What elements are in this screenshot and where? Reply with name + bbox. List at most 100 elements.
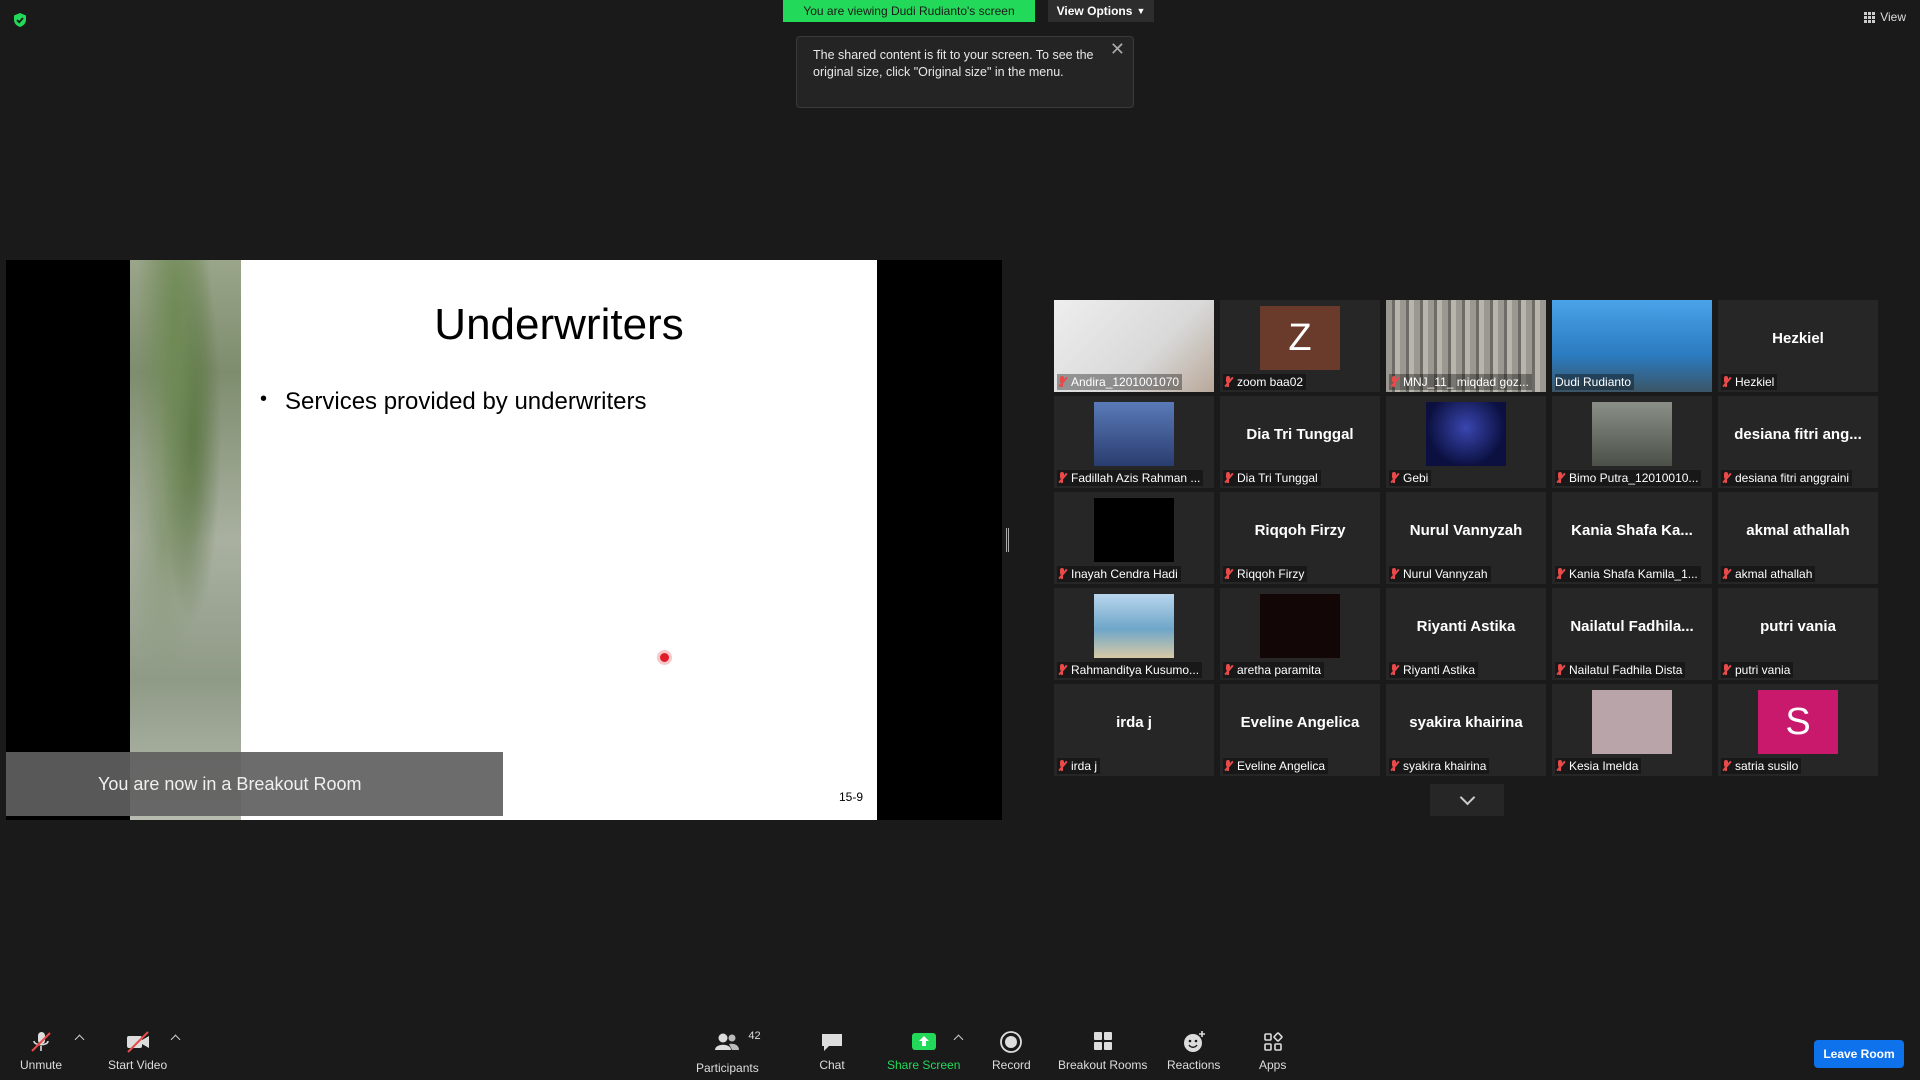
participant-tile[interactable]: Zzoom baa02 (1220, 300, 1380, 392)
unmute-button[interactable]: Unmute (20, 1030, 62, 1072)
participant-tile[interactable]: Nurul Vannyzah Nurul Vannyzah (1386, 492, 1546, 584)
participant-label: zoom baa02 (1223, 374, 1307, 390)
participant-tile[interactable]: aretha paramita (1220, 588, 1380, 680)
view-options-label: View Options (1056, 4, 1133, 18)
microphone-muted-icon (1555, 472, 1566, 484)
reactions-label: Reactions (1167, 1058, 1221, 1072)
microphone-muted-icon (1555, 568, 1566, 580)
participant-name: Fadillah Azis Rahman ... (1071, 471, 1201, 485)
participant-tile[interactable]: Kesia Imelda (1552, 684, 1712, 776)
record-icon (1000, 1031, 1023, 1053)
apps-button[interactable]: Apps (1259, 1030, 1286, 1072)
participant-name: Dudi Rudianto (1555, 375, 1632, 389)
participant-label: syakira khairina (1389, 758, 1490, 774)
participant-tile[interactable]: Gebi (1386, 396, 1546, 488)
participants-button[interactable]: 42 Participants (696, 1030, 761, 1075)
participant-tile[interactable]: Dia Tri Tunggal Dia Tri Tunggal (1220, 396, 1380, 488)
participant-label: Bimo Putra_12010010... (1555, 470, 1702, 486)
participant-label: Andira_1201001070 (1057, 374, 1183, 390)
participant-tile[interactable]: Riyanti Astika Riyanti Astika (1386, 588, 1546, 680)
microphone-muted-icon (1389, 664, 1400, 676)
participant-name: Bimo Putra_12010010... (1569, 471, 1699, 485)
participant-label: Hezkiel (1721, 374, 1778, 390)
chevron-down-icon (1459, 789, 1475, 806)
participant-display-name: Dia Tri Tunggal (1246, 426, 1354, 443)
participants-label: Participants (696, 1061, 759, 1075)
chat-button[interactable]: Chat (819, 1030, 845, 1072)
participant-tile[interactable]: Bimo Putra_12010010... (1552, 396, 1712, 488)
record-button[interactable]: Record (992, 1030, 1031, 1072)
participant-display-name: irda j (1116, 714, 1152, 731)
participant-name: MNJ_11_ miqdad goz... (1403, 375, 1529, 389)
participant-tile[interactable]: Ssatria susilo (1718, 684, 1878, 776)
reactions-button[interactable]: Reactions (1167, 1030, 1220, 1072)
participant-name: desiana fitri anggraini (1735, 471, 1850, 485)
slide-bullet-text: Services provided by underwriters (285, 388, 647, 415)
participant-display-name: Riyanti Astika (1416, 618, 1516, 635)
participant-tile[interactable]: Andira_1201001070 (1054, 300, 1214, 392)
leave-room-button[interactable]: Leave Room (1814, 1040, 1904, 1068)
microphone-muted-icon (1389, 376, 1400, 388)
participant-name: Kania Shafa Kamila_1... (1569, 567, 1698, 581)
splitter-handle[interactable] (1006, 528, 1009, 552)
camera-off-icon (126, 1031, 149, 1053)
participant-label: akmal athallah (1721, 566, 1816, 582)
microphone-muted-icon (1223, 664, 1234, 676)
participant-display-name: Eveline Angelica (1240, 714, 1360, 731)
microphone-muted-icon (1057, 568, 1068, 580)
slide-page-number: 15-9 (838, 790, 863, 804)
participant-tile[interactable]: Nailatul Fadhila... Nailatul Fadhila Dist… (1552, 588, 1712, 680)
participant-tile[interactable]: Kania Shafa Ka... Kania Shafa Kamila_1... (1552, 492, 1712, 584)
avatar (1426, 402, 1506, 466)
breakout-rooms-button[interactable]: Breakout Rooms (1058, 1030, 1147, 1072)
participant-label: Nailatul Fadhila Dista (1555, 662, 1686, 678)
start-video-button[interactable]: Start Video (108, 1030, 167, 1072)
gallery-next-page-button[interactable] (1430, 784, 1504, 816)
share-screen-button[interactable]: Share Screen (887, 1030, 960, 1072)
close-icon[interactable]: ✕ (1110, 40, 1125, 58)
participant-tile[interactable]: Fadillah Azis Rahman ... (1054, 396, 1214, 488)
participant-display-name: Riqqoh Firzy (1254, 522, 1346, 539)
participant-tile[interactable]: Rahmanditya Kusumo... (1054, 588, 1214, 680)
participant-tile[interactable]: akmal athallah akmal athallah (1718, 492, 1878, 584)
participant-tile[interactable]: MNJ_11_ miqdad goz... (1386, 300, 1546, 392)
microphone-muted-icon (1721, 472, 1732, 484)
view-options-button[interactable]: View Options ▼ (1048, 0, 1154, 22)
participant-tile[interactable]: Riqqoh Firzy Riqqoh Firzy (1220, 492, 1380, 584)
participant-label: Nurul Vannyzah (1389, 566, 1491, 582)
participant-tile[interactable]: desiana fitri ang... desiana fitri anggra… (1718, 396, 1878, 488)
participant-tile[interactable]: Inayah Cendra Hadi (1054, 492, 1214, 584)
microphone-muted-icon (1057, 376, 1068, 388)
audio-options-caret-icon[interactable] (74, 1034, 85, 1045)
participant-tile[interactable]: Eveline Angelica Eveline Angelica (1220, 684, 1380, 776)
participant-tile[interactable]: irda j irda j (1054, 684, 1214, 776)
participant-name: Hezkiel (1735, 375, 1775, 389)
video-options-caret-icon[interactable] (170, 1034, 181, 1045)
microphone-muted-icon (1555, 664, 1566, 676)
chat-icon (822, 1034, 842, 1051)
security-shield-icon[interactable] (12, 12, 28, 28)
participant-tile[interactable]: putri vania putri vania (1718, 588, 1878, 680)
participant-label: satria susilo (1721, 758, 1802, 774)
participant-name: Inayah Cendra Hadi (1071, 567, 1178, 581)
participant-display-name: syakira khairina (1409, 714, 1523, 731)
view-label: View (1880, 10, 1906, 24)
participant-name: Nurul Vannyzah (1403, 567, 1488, 581)
bullet-icon: • (260, 388, 268, 410)
participant-tile[interactable]: syakira khairina syakira khairina (1386, 684, 1546, 776)
shared-screen: Underwriters • Services provided by unde… (6, 260, 1002, 820)
meeting-toolbar: Unmute Start Video 42 Participants Chat (0, 1020, 1920, 1080)
participant-label: Riyanti Astika (1389, 662, 1479, 678)
microphone-muted-icon (31, 1032, 51, 1052)
participant-label: desiana fitri anggraini (1721, 470, 1853, 486)
participant-name: satria susilo (1735, 759, 1799, 773)
slide-bullet: • Services provided by underwriters (260, 388, 647, 416)
view-button[interactable]: View (1864, 10, 1906, 24)
participant-label: aretha paramita (1223, 662, 1325, 678)
participant-name: akmal athallah (1735, 567, 1813, 581)
participant-tile[interactable]: Hezkiel Hezkiel (1718, 300, 1878, 392)
tooltip-text: The shared content is fit to your screen… (813, 48, 1094, 79)
microphone-muted-icon (1555, 760, 1566, 772)
participant-tile[interactable]: Dudi Rudianto (1552, 300, 1712, 392)
participant-label: Kesia Imelda (1555, 758, 1642, 774)
